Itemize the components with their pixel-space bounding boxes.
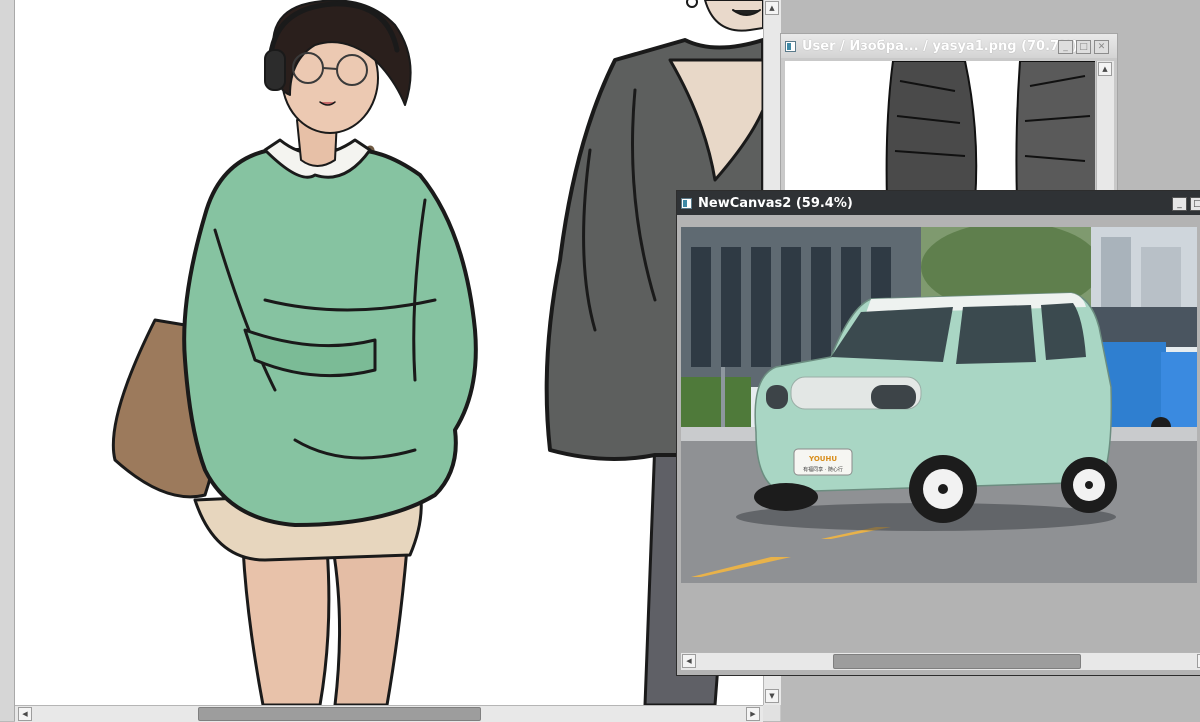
canvas-window-icon bbox=[785, 40, 796, 52]
main-canvas-window: ▲ ▼ ◀ ▶ bbox=[0, 0, 781, 722]
badge-subtitle: 有福同享 · 随心行 bbox=[803, 466, 843, 473]
window-title: User / Изобра... / yasya1.png (70.7%) bbox=[802, 38, 1079, 54]
artwork-illustration bbox=[111, 0, 763, 705]
horizontal-scroll-thumb[interactable] bbox=[833, 654, 1081, 669]
scroll-up-button[interactable]: ▲ bbox=[765, 1, 779, 15]
window-left-border bbox=[0, 0, 15, 721]
newcanvas-window-titlebar[interactable]: NewCanvas2 (59.4%) bbox=[677, 191, 1200, 215]
main-horizontal-scrollbar[interactable]: ◀ ▶ bbox=[15, 705, 763, 722]
maximize-button[interactable]: □ bbox=[1076, 40, 1091, 54]
yasya-image-window[interactable]: User / Изобра... / yasya1.png (70.7%) _ … bbox=[780, 33, 1118, 203]
newcanvas-horizontal-scrollbar[interactable]: ◀ ▶ bbox=[681, 652, 1200, 670]
minimize-button[interactable]: _ bbox=[1058, 40, 1073, 54]
girl-figure bbox=[111, 0, 478, 705]
canvas-window-icon bbox=[681, 197, 692, 209]
artwork-canvas[interactable] bbox=[15, 0, 763, 705]
minimize-button[interactable]: _ bbox=[1172, 197, 1187, 211]
scroll-right-button[interactable]: ▶ bbox=[746, 707, 760, 721]
horizontal-scroll-thumb[interactable] bbox=[198, 707, 481, 721]
window-title: NewCanvas2 (59.4%) bbox=[698, 195, 853, 211]
yasya-canvas-view[interactable] bbox=[785, 61, 1095, 201]
scroll-down-button[interactable]: ▼ bbox=[765, 689, 779, 703]
close-button[interactable]: ✕ bbox=[1094, 40, 1109, 54]
car-photo-canvas[interactable]: YOUHU 有福同享 · 随心行 bbox=[681, 227, 1197, 583]
maximize-button[interactable]: □ bbox=[1190, 197, 1200, 211]
car-photo: YOUHU 有福同享 · 随心行 bbox=[681, 227, 1197, 583]
scroll-left-button[interactable]: ◀ bbox=[682, 654, 696, 668]
scroll-up-button[interactable]: ▲ bbox=[1098, 62, 1112, 76]
badge-brand: YOUHU bbox=[808, 455, 837, 463]
boots-illustration bbox=[885, 61, 1095, 201]
scroll-left-button[interactable]: ◀ bbox=[18, 707, 32, 721]
resize-grip[interactable] bbox=[763, 705, 780, 721]
yasya-vertical-scrollbar[interactable]: ▲ bbox=[1096, 61, 1114, 201]
newcanvas-window[interactable]: NewCanvas2 (59.4%) _ □ YOUHU 有福同享 · 随心行 … bbox=[676, 190, 1200, 676]
